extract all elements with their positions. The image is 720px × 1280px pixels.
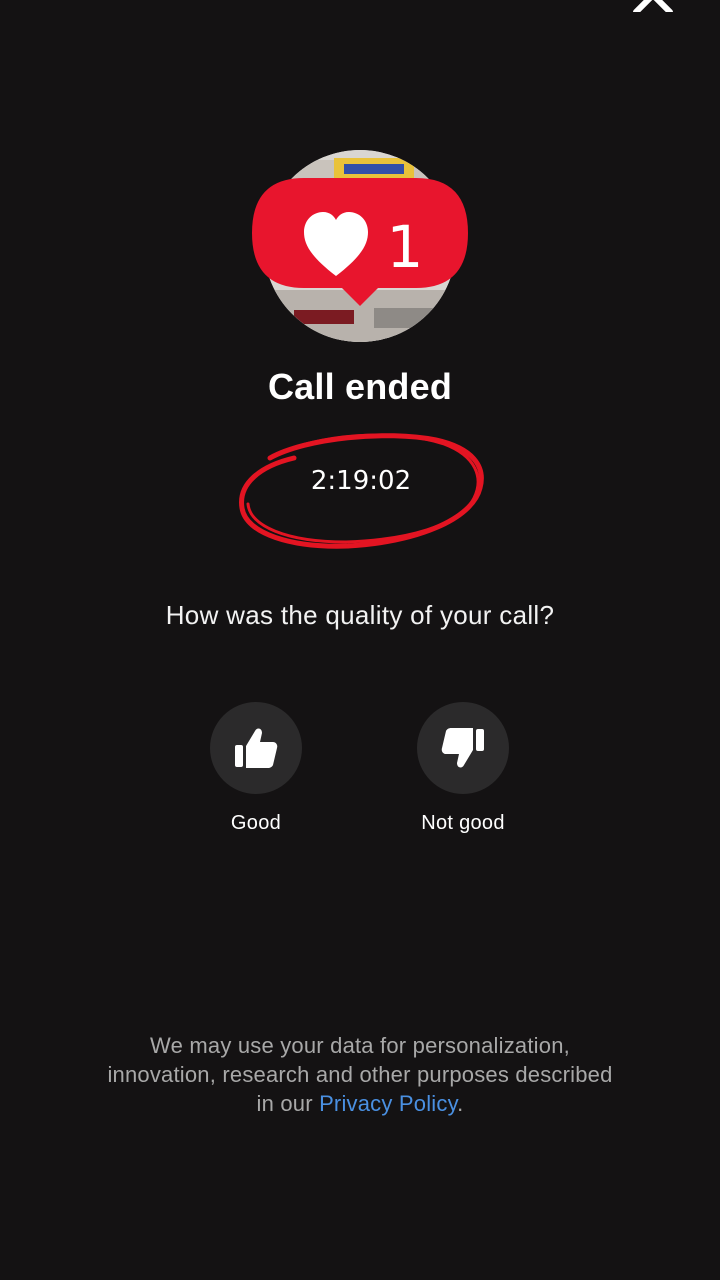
disclaimer-suffix: . — [457, 1091, 464, 1116]
disclaimer-line-2: innovation, research and other purposes … — [107, 1062, 613, 1087]
call-duration-group: 2:19:02 — [236, 428, 486, 552]
call-ended-screen: 1 Call ended 2:19:02 How was the quality… — [0, 0, 720, 1280]
not-good-rating-button[interactable]: Not good — [398, 702, 528, 835]
quality-question: How was the quality of your call? — [165, 600, 555, 630]
thumbs-down-icon — [441, 728, 484, 768]
good-rating-circle[interactable] — [210, 702, 302, 794]
disclaimer-line-3: in our Privacy Policy. — [60, 1089, 660, 1118]
good-rating-button[interactable]: Good — [191, 702, 321, 835]
like-badge: 1 — [252, 178, 468, 348]
privacy-policy-link[interactable]: Privacy Policy — [319, 1091, 457, 1116]
thumbs-up-icon — [235, 728, 278, 768]
page-title: Call ended — [267, 366, 453, 407]
not-good-rating-circle[interactable] — [417, 702, 509, 794]
disclaimer-prefix: in our — [256, 1091, 320, 1116]
not-good-label: Not good — [421, 812, 505, 834]
close-button[interactable] — [630, 0, 676, 15]
disclaimer-line-1: We may use your data for personalization… — [150, 1033, 570, 1058]
call-duration: 2:19:02 — [310, 466, 412, 496]
close-icon — [633, 0, 673, 15]
privacy-disclaimer: We may use your data for personalization… — [60, 1031, 660, 1118]
caller-avatar-group: 1 — [252, 150, 468, 342]
good-label: Good — [230, 812, 282, 834]
like-count: 1 — [386, 213, 424, 281]
